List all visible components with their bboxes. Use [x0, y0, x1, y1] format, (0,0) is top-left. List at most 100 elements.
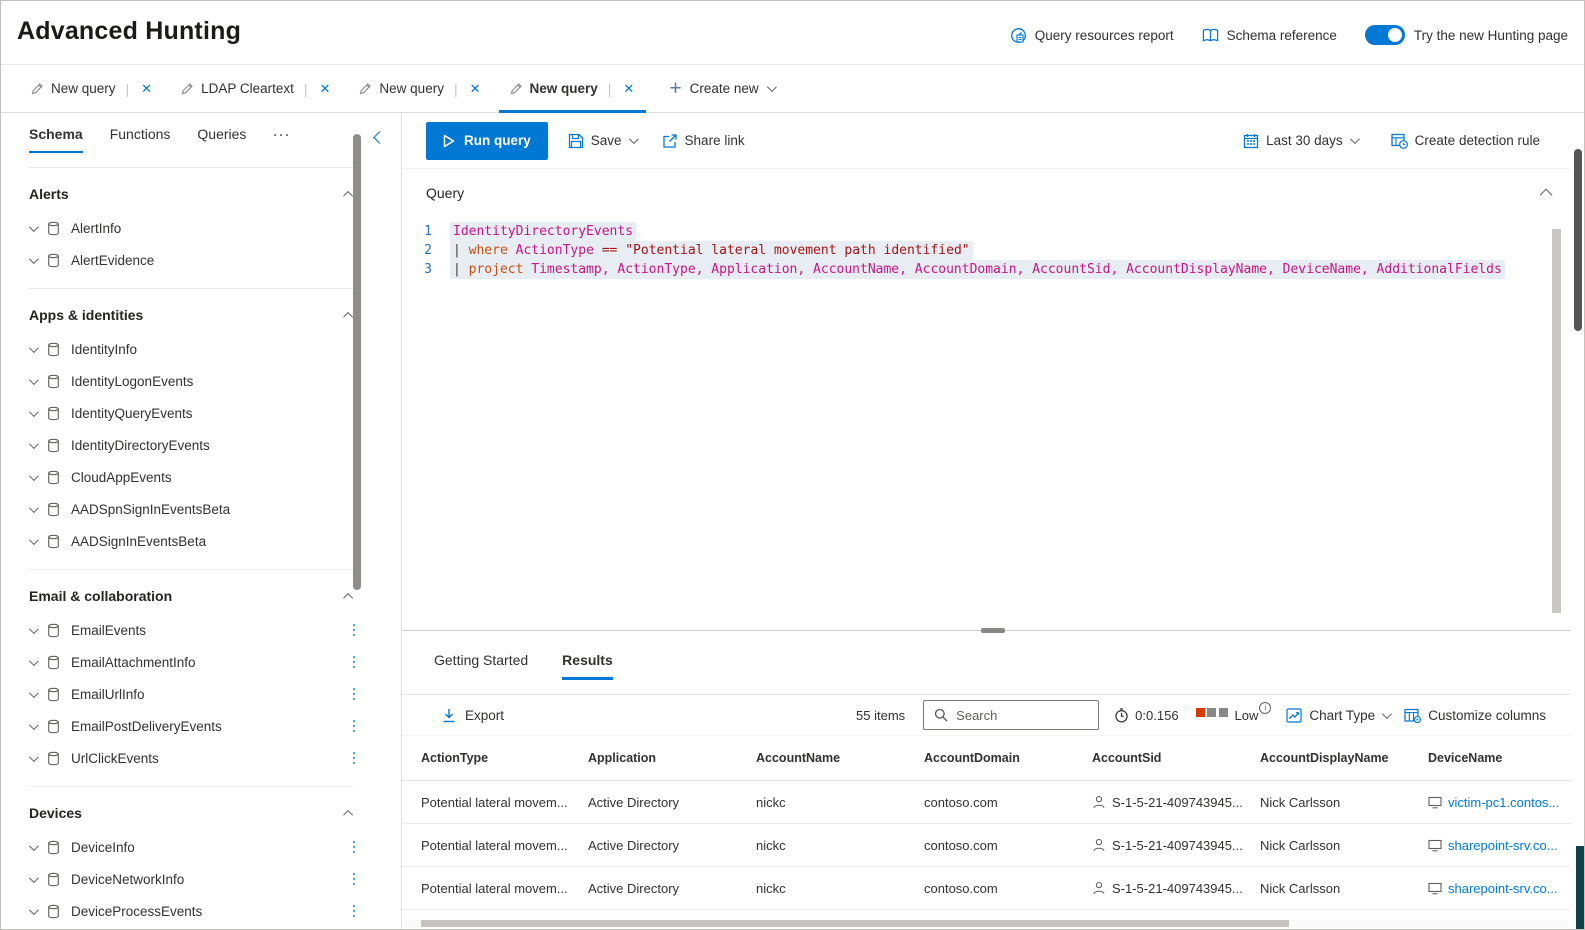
person-icon: [1092, 795, 1106, 809]
panel-splitter[interactable]: [402, 628, 1584, 633]
toggle-knob: [1387, 28, 1402, 42]
column-header-AccountDisplayName[interactable]: AccountDisplayName: [1260, 751, 1428, 765]
query-resources-report-button[interactable]: Query resources report: [1010, 27, 1174, 44]
chevron-down-icon[interactable]: [28, 687, 39, 698]
column-header-ActionType[interactable]: ActionType: [421, 751, 588, 765]
more-options-icon[interactable]: [352, 719, 355, 733]
sidebar-tab-schema[interactable]: Schema: [29, 126, 83, 153]
schema-table-EmailEvents[interactable]: EmailEvents: [28, 614, 401, 646]
collapse-query-button[interactable]: [1539, 185, 1553, 202]
chevron-down-icon[interactable]: [28, 719, 39, 730]
schema-table-EmailUrlInfo[interactable]: EmailUrlInfo: [28, 678, 401, 710]
chevron-down-icon[interactable]: [28, 502, 39, 513]
sidebar-scrollbar[interactable]: [353, 134, 361, 590]
results-tab-getting-started[interactable]: Getting Started: [434, 652, 528, 680]
chevron-down-icon[interactable]: [28, 342, 39, 353]
more-options-icon[interactable]: [352, 840, 355, 854]
query-tab-2[interactable]: New query | ✕: [345, 65, 495, 112]
device-link[interactable]: sharepoint-srv.co...: [1448, 881, 1558, 896]
save-button[interactable]: Save: [562, 129, 642, 153]
create-new-button[interactable]: + Create new: [669, 65, 777, 112]
schema-table-DeviceProcessEvents[interactable]: DeviceProcessEvents: [28, 895, 401, 927]
more-options-icon[interactable]: [352, 687, 355, 701]
sidebar-tab-queries[interactable]: Queries: [197, 126, 246, 153]
run-query-button[interactable]: Run query: [426, 121, 548, 160]
editor-scrollbar[interactable]: [1552, 229, 1561, 613]
table-icon: [47, 502, 60, 517]
column-header-Application[interactable]: Application: [588, 751, 756, 765]
horizontal-scrollbar-thumb[interactable]: [421, 920, 1289, 927]
chevron-down-icon[interactable]: [28, 221, 39, 232]
chart-type-dropdown[interactable]: Chart Type: [1286, 708, 1393, 723]
schema-table-DeviceInfo[interactable]: DeviceInfo: [28, 831, 401, 863]
more-options-icon[interactable]: [352, 623, 355, 637]
schema-table-DeviceNetworkInfo[interactable]: DeviceNetworkInfo: [28, 863, 401, 895]
column-header-AccountDomain[interactable]: AccountDomain: [924, 751, 1092, 765]
chevron-down-icon[interactable]: [28, 438, 39, 449]
schema-table-CloudAppEvents[interactable]: CloudAppEvents: [28, 461, 401, 493]
device-link[interactable]: sharepoint-srv.co...: [1448, 838, 1558, 853]
share-link-button[interactable]: Share link: [656, 129, 751, 153]
chevron-down-icon[interactable]: [28, 470, 39, 481]
schema-table-UrlClickEvents[interactable]: UrlClickEvents: [28, 742, 401, 774]
query-tab-0[interactable]: New query | ✕: [17, 65, 167, 112]
schema-table-IdentityDirectoryEvents[interactable]: IdentityDirectoryEvents: [28, 429, 401, 461]
schema-table-AADSignInEventsBeta[interactable]: AADSignInEventsBeta: [28, 525, 401, 557]
chevron-down-icon[interactable]: [28, 406, 39, 417]
table-row-0[interactable]: Potential lateral movem... Active Directo…: [402, 781, 1584, 824]
section-header-2[interactable]: Email & collaboration: [29, 570, 401, 614]
section-header-1[interactable]: Apps & identities: [29, 289, 401, 333]
info-icon[interactable]: i: [1259, 701, 1272, 714]
more-options-icon[interactable]: [352, 904, 355, 918]
chevron-down-icon[interactable]: [28, 534, 39, 545]
column-header-DeviceName[interactable]: DeviceName: [1428, 751, 1584, 765]
sidebar-tab-functions[interactable]: Functions: [110, 126, 171, 153]
schema-reference-button[interactable]: Schema reference: [1202, 28, 1337, 43]
schema-table-IdentityLogonEvents[interactable]: IdentityLogonEvents: [28, 365, 401, 397]
sidebar-tab-overflow-icon[interactable]: ···: [273, 126, 291, 153]
chevron-down-icon[interactable]: [28, 840, 39, 851]
query-tab-3[interactable]: New query | ✕: [496, 65, 650, 113]
schema-table-EmailPostDeliveryEvents[interactable]: EmailPostDeliveryEvents: [28, 710, 401, 742]
time-range-dropdown[interactable]: Last 30 days: [1237, 129, 1363, 153]
chevron-down-icon[interactable]: [28, 751, 39, 762]
chevron-down-icon[interactable]: [28, 655, 39, 666]
close-tab-icon[interactable]: ✕: [318, 79, 333, 99]
schema-table-AlertInfo[interactable]: AlertInfo: [28, 212, 401, 244]
chevron-down-icon[interactable]: [28, 872, 39, 883]
schema-table-IdentityInfo[interactable]: IdentityInfo: [28, 333, 401, 365]
table-row-1[interactable]: Potential lateral movem... Active Directo…: [402, 824, 1584, 867]
close-tab-icon[interactable]: ✕: [468, 79, 483, 99]
schema-table-EmailAttachmentInfo[interactable]: EmailAttachmentInfo: [28, 646, 401, 678]
horizontal-scrollbar[interactable]: [404, 919, 1568, 928]
schema-table-AADSpnSignInEventsBeta[interactable]: AADSpnSignInEventsBeta: [28, 493, 401, 525]
more-options-icon[interactable]: [352, 872, 355, 886]
column-header-AccountName[interactable]: AccountName: [756, 751, 924, 765]
chevron-down-icon[interactable]: [28, 253, 39, 264]
customize-columns-button[interactable]: Customize columns: [1404, 708, 1546, 723]
try-new-hunting-toggle[interactable]: [1364, 25, 1405, 45]
chevron-down-icon[interactable]: [28, 374, 39, 385]
device-link[interactable]: victim-pc1.contos...: [1448, 795, 1559, 810]
page-scrollbar-thumb[interactable]: [1574, 149, 1582, 331]
close-tab-icon[interactable]: ✕: [621, 79, 636, 99]
more-options-icon[interactable]: [352, 751, 355, 765]
column-header-AccountSid[interactable]: AccountSid: [1092, 751, 1260, 765]
export-button[interactable]: Export: [442, 708, 504, 723]
section-header-0[interactable]: Alerts: [29, 168, 401, 212]
section-header-3[interactable]: Devices: [29, 787, 401, 831]
query-editor[interactable]: 1 IdentityDirectoryEvents 2 | where ActionT…: [402, 222, 1584, 279]
more-options-icon[interactable]: [352, 655, 355, 669]
schema-table-IdentityQueryEvents[interactable]: IdentityQueryEvents: [28, 397, 401, 429]
results-tab-results[interactable]: Results: [562, 652, 613, 680]
chevron-down-icon[interactable]: [28, 623, 39, 634]
search-input[interactable]: [956, 707, 1077, 723]
chevron-down-icon[interactable]: [28, 904, 39, 915]
schema-table-AlertEvidence[interactable]: AlertEvidence: [28, 244, 401, 276]
query-tab-1[interactable]: LDAP Cleartext | ✕: [167, 65, 345, 112]
table-row-2[interactable]: Potential lateral movem... Active Directo…: [402, 867, 1584, 910]
collapse-sidebar-button[interactable]: [373, 129, 386, 147]
close-tab-icon[interactable]: ✕: [139, 79, 154, 99]
create-detection-rule-button[interactable]: Create detection rule: [1385, 129, 1546, 153]
results-scrollbar[interactable]: [1576, 846, 1584, 929]
